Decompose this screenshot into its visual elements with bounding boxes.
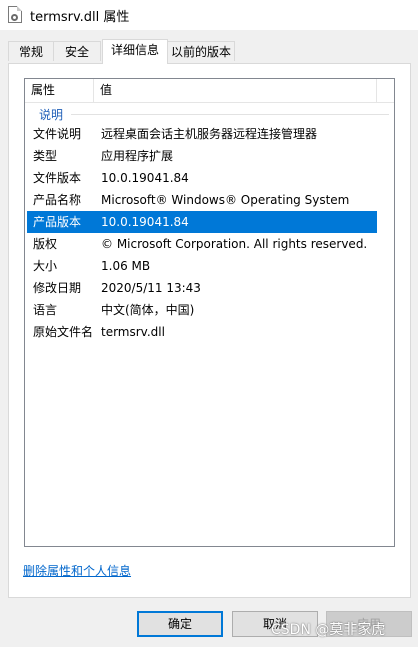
- property-value: 中文(简体，中国): [101, 303, 195, 317]
- property-name: 语言: [33, 303, 58, 317]
- column-header-property[interactable]: 属性: [25, 79, 94, 102]
- tab-general[interactable]: 常规: [8, 41, 54, 61]
- title-bar: termsrv.dll 属性: [0, 0, 418, 30]
- column-header-filler: [377, 79, 394, 102]
- remove-properties-link[interactable]: 删除属性和个人信息: [23, 562, 131, 579]
- table-row[interactable]: 版权 © Microsoft Corporation. All rights r…: [27, 233, 377, 255]
- property-name: 文件说明: [33, 127, 82, 141]
- ok-button[interactable]: 确定: [137, 611, 223, 637]
- property-name: 产品版本: [33, 215, 82, 229]
- property-value: 远程桌面会话主机服务器远程连接管理器: [101, 127, 318, 141]
- watermark: CSDN @莫非家虎: [271, 622, 386, 638]
- table-row[interactable]: 文件版本 10.0.19041.84: [27, 167, 377, 189]
- tab-previous-versions[interactable]: 以前的版本: [167, 41, 235, 61]
- tab-details[interactable]: 详细信息: [102, 39, 168, 64]
- table-row[interactable]: 类型 应用程序扩展: [27, 145, 377, 167]
- table-row[interactable]: 文件说明 远程桌面会话主机服务器远程连接管理器: [27, 123, 377, 145]
- table-row-selected[interactable]: 产品版本 10.0.19041.84: [27, 211, 377, 233]
- property-name: 文件版本: [33, 171, 82, 185]
- property-value: 2020/5/11 13:43: [101, 281, 201, 295]
- table-row[interactable]: 大小 1.06 MB: [27, 255, 377, 277]
- property-value: © Microsoft Corporation. All rights rese…: [101, 237, 368, 251]
- property-name: 版权: [33, 237, 58, 251]
- property-value: Microsoft® Windows® Operating System: [101, 193, 350, 207]
- property-name: 类型: [33, 149, 58, 163]
- property-value: 1.06 MB: [101, 259, 151, 273]
- details-panel: 属性 值 说明 文件说明 远程桌面会话主机服务器远程连接管理器 类型 应用程序扩…: [8, 63, 411, 598]
- table-row[interactable]: 原始文件名 termsrv.dll: [27, 321, 377, 343]
- property-value: 10.0.19041.84: [101, 215, 189, 229]
- properties-list[interactable]: 属性 值 说明 文件说明 远程桌面会话主机服务器远程连接管理器 类型 应用程序扩…: [24, 78, 395, 547]
- column-header-value[interactable]: 值: [94, 79, 377, 102]
- tab-security[interactable]: 安全: [53, 41, 101, 61]
- list-header: 属性 值: [25, 79, 394, 103]
- property-name: 产品名称: [33, 193, 82, 207]
- property-value: termsrv.dll: [101, 325, 165, 339]
- property-name: 大小: [33, 259, 58, 273]
- group-description-label: 说明: [39, 108, 64, 122]
- property-name: 原始文件名: [33, 325, 94, 339]
- property-value: 10.0.19041.84: [101, 171, 189, 185]
- table-row[interactable]: 产品名称 Microsoft® Windows® Operating Syste…: [27, 189, 377, 211]
- group-divider: [71, 114, 389, 115]
- table-row[interactable]: 修改日期 2020/5/11 13:43: [27, 277, 377, 299]
- window-title: termsrv.dll 属性: [30, 10, 130, 25]
- property-name: 修改日期: [33, 281, 82, 295]
- dll-file-icon: [8, 6, 22, 23]
- property-value: 应用程序扩展: [101, 149, 174, 163]
- table-row[interactable]: 语言 中文(简体，中国): [27, 299, 377, 321]
